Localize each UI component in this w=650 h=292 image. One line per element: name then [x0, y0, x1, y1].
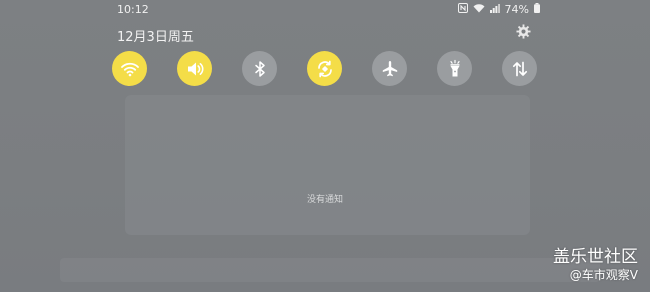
toggle-airplane-mode[interactable]: [372, 51, 407, 86]
status-icons: 74%: [457, 3, 540, 16]
status-time: 10:12: [117, 3, 149, 16]
rotate-icon: [317, 60, 332, 77]
watermark-subtitle: @车市观察V: [569, 268, 638, 282]
wifi-icon: [120, 62, 139, 76]
toggle-auto-rotate[interactable]: [307, 51, 342, 86]
flashlight-icon: [449, 59, 460, 76]
signal-icon: [489, 3, 500, 16]
battery-icon: [534, 3, 540, 16]
nfc-icon: [457, 3, 468, 16]
toggle-flashlight[interactable]: [437, 51, 472, 86]
header: 12月3日周五: [117, 24, 533, 45]
volume-icon: [187, 62, 204, 75]
quick-settings-toggles: [112, 51, 538, 87]
status-bar: 10:12 74%: [0, 0, 650, 20]
toggle-bluetooth[interactable]: [242, 51, 277, 86]
gear-icon[interactable]: [513, 24, 533, 44]
empty-notifications-label: 没有通知: [306, 195, 343, 205]
toggle-mobile-data[interactable]: [502, 51, 537, 86]
airplane-icon: [382, 60, 397, 76]
wifi-status-icon: [473, 3, 485, 16]
data-transfer-icon: [512, 61, 527, 76]
toggle-sound[interactable]: [177, 51, 212, 86]
blurred-background-bar: [60, 258, 600, 282]
battery-percent: 74%: [504, 3, 529, 16]
watermark-title: 盖乐世社区: [553, 247, 638, 267]
blurred-background-panel: [125, 95, 530, 235]
bluetooth-icon: [254, 60, 265, 77]
toggle-wifi[interactable]: [112, 51, 147, 86]
date-label: 12月3日周五: [117, 30, 194, 45]
